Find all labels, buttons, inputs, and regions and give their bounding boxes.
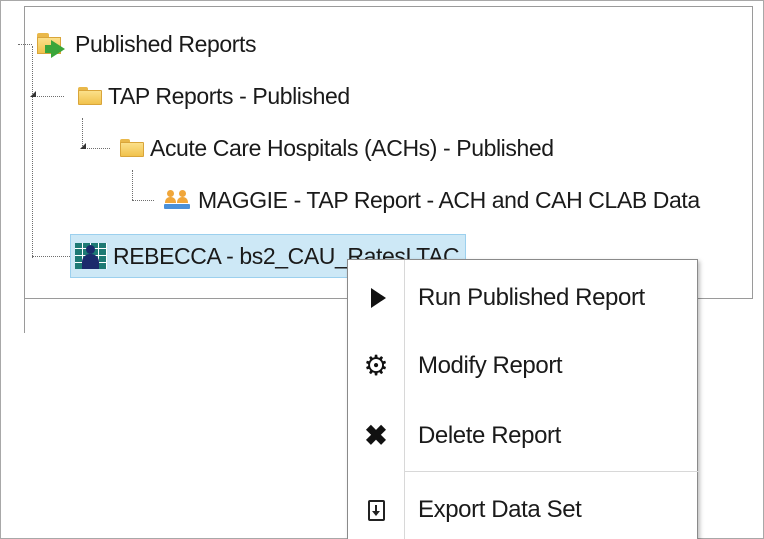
export-icon [348, 499, 404, 521]
expand-toggle-icon[interactable] [30, 91, 36, 97]
menu-item-delete-report[interactable]: ✖ Delete Report [348, 403, 699, 469]
tree-node-published-reports[interactable]: Published Reports [35, 25, 257, 63]
tree-node-tap-reports[interactable]: TAP Reports - Published [78, 77, 350, 115]
tree-connector [132, 200, 154, 201]
people-icon [164, 190, 192, 210]
tree-connector [32, 46, 33, 258]
menu-item-label: Delete Report [418, 422, 561, 449]
folder-icon [78, 87, 102, 105]
close-icon: ✖ [364, 420, 388, 451]
menu-separator [405, 471, 699, 472]
tree-node-label: MAGGIE - TAP Report - ACH and CAH CLAB D… [198, 187, 700, 213]
menu-item-run-published-report[interactable]: Run Published Report [348, 265, 699, 331]
folder-icon [120, 139, 144, 157]
play-icon [348, 288, 404, 308]
expand-toggle-icon[interactable] [80, 143, 86, 149]
tree-connector [82, 148, 110, 149]
menu-item-modify-report[interactable]: ⚙ Modify Report [348, 333, 699, 399]
tree-connector [132, 170, 133, 200]
menu-item-export-data-set[interactable]: Export Data Set [348, 477, 699, 539]
dataset-icon [75, 243, 107, 269]
menu-item-label: Export Data Set [418, 496, 582, 523]
menu-item-label: Run Published Report [418, 284, 645, 311]
tree-node-label: Published Reports [75, 31, 257, 57]
gear-icon: ⚙ [363, 350, 389, 381]
tree-node-acute-care-hospitals[interactable]: Acute Care Hospitals (ACHs) - Published [120, 129, 554, 167]
context-menu: Run Published Report ⚙ Modify Report ✖ D… [347, 259, 699, 539]
panel-divider [24, 299, 25, 333]
published-folder-icon [35, 31, 69, 58]
tree-connector [18, 44, 32, 45]
tree-connector [32, 96, 64, 97]
menu-item-label: Modify Report [418, 352, 563, 379]
tree-node-label: TAP Reports - Published [108, 83, 350, 109]
tree-node-maggie-report[interactable]: MAGGIE - TAP Report - ACH and CAH CLAB D… [164, 181, 700, 219]
tree-connector [32, 256, 70, 257]
tree-node-label: Acute Care Hospitals (ACHs) - Published [150, 135, 554, 161]
